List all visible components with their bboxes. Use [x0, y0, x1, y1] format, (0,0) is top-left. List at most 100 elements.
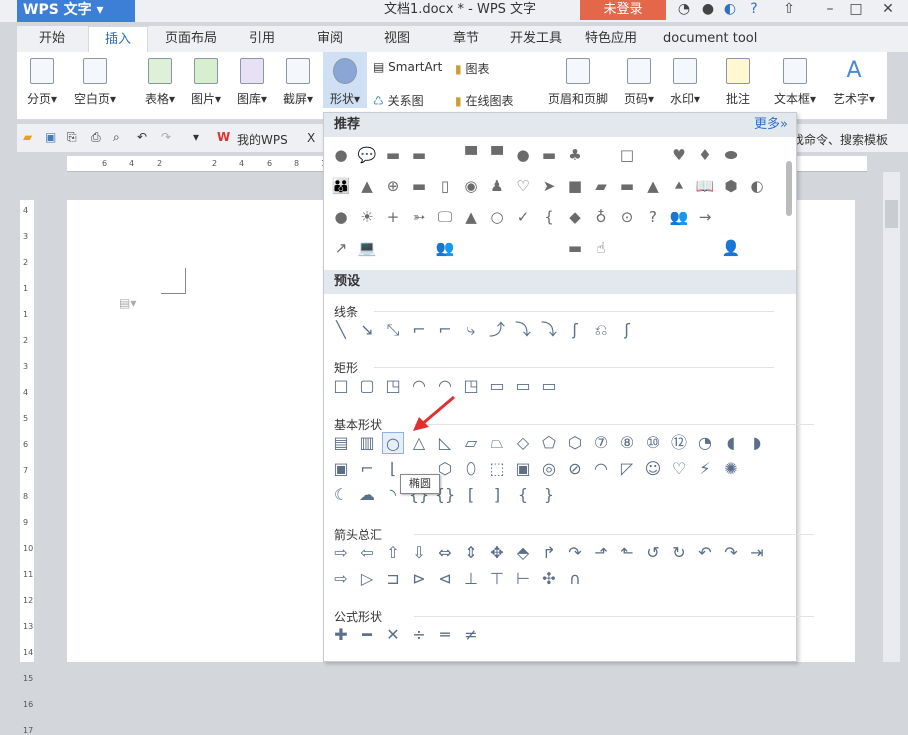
recommended-shape-item[interactable]: ◆	[564, 206, 586, 228]
recommended-shape-item[interactable]: ?	[642, 206, 664, 228]
shape-item[interactable]: ≠	[460, 624, 482, 646]
panel-scrollbar[interactable]	[786, 161, 792, 216]
recommended-shape-item[interactable]: 📖	[694, 175, 716, 197]
shape-item[interactable]: ]	[486, 484, 508, 506]
recommended-shape-item[interactable]: ⊕	[382, 175, 404, 197]
recommended-shape-item[interactable]: ◐	[746, 175, 768, 197]
shape-item[interactable]: ⊲	[434, 568, 456, 590]
recommended-shape-item[interactable]: 👥	[434, 237, 456, 259]
shape-item[interactable]: ⬘	[512, 542, 534, 564]
gallery-button[interactable]: 图库▾	[233, 52, 271, 107]
redo-icon[interactable]: ↷	[161, 130, 171, 144]
recommended-shape-item[interactable]: ♥	[668, 144, 690, 166]
shape-item[interactable]: ✣	[538, 568, 560, 590]
shape-item[interactable]: [	[460, 484, 482, 506]
shape-item[interactable]: ▣	[512, 458, 534, 480]
shape-item[interactable]: ⬑	[616, 542, 638, 564]
ellipse-shape-item[interactable]: ○	[382, 432, 404, 454]
app-menu-button[interactable]: WPS 文字 ▾	[17, 0, 135, 22]
shape-item[interactable]: ⤴	[486, 319, 508, 341]
shape-item[interactable]: ⬠	[538, 432, 560, 454]
recommended-shape-item[interactable]: 💻	[356, 237, 378, 259]
recommended-shape-item[interactable]: ▬	[408, 175, 430, 197]
dropdown-icon[interactable]: ▾	[193, 130, 199, 144]
shape-item[interactable]: ⏢	[486, 432, 508, 454]
recommended-shape-item[interactable]: ○	[486, 206, 508, 228]
paste-options-icon[interactable]: ▤▾	[119, 296, 136, 310]
recommended-shape-item[interactable]: ●	[330, 144, 352, 166]
textbox-button[interactable]: 文本框▾	[769, 52, 821, 107]
wordart-button[interactable]: A 艺术字▾	[827, 52, 881, 107]
shape-item[interactable]: ʃ	[564, 319, 586, 341]
close-tab-button[interactable]: X	[307, 131, 315, 145]
shape-item[interactable]: ⌐	[356, 458, 378, 480]
undo-icon[interactable]: ↶	[137, 130, 147, 144]
open-icon[interactable]: ▰	[23, 130, 32, 144]
shape-item[interactable]: △	[408, 432, 430, 454]
shape-item[interactable]: ⑧	[616, 432, 638, 454]
shape-item[interactable]: ↱	[538, 542, 560, 564]
shape-item[interactable]: ◗	[746, 432, 768, 454]
tab-references[interactable]: 引用	[249, 26, 275, 52]
shape-item[interactable]: ⚡	[694, 458, 716, 480]
recommended-shape-item[interactable]: ▯	[434, 175, 456, 197]
recommended-shape-item[interactable]: ▰	[590, 175, 612, 197]
shape-item[interactable]: ⑩	[642, 432, 664, 454]
vertical-scrollbar[interactable]	[883, 172, 900, 662]
print-icon[interactable]: ⎙	[91, 130, 101, 145]
shape-item[interactable]: ↺	[642, 542, 664, 564]
recommended-shape-item[interactable]: +	[382, 206, 404, 228]
relation-button[interactable]: ♺ 关系图	[373, 92, 424, 109]
shape-item[interactable]: ⇕	[460, 542, 482, 564]
shape-item[interactable]: ✚	[330, 624, 352, 646]
shape-item[interactable]: ⇦	[356, 542, 378, 564]
recommended-shape-item[interactable]: 🖵	[434, 206, 456, 228]
preview-icon[interactable]: ⌕	[113, 130, 120, 145]
shape-item[interactable]: ▭	[538, 375, 560, 397]
shape-item[interactable]: ◇	[512, 432, 534, 454]
shape-item[interactable]: ↷	[720, 542, 742, 564]
shape-button[interactable]: 形状▾	[323, 52, 367, 108]
shape-item[interactable]: ✺	[720, 458, 742, 480]
recommended-shape-item[interactable]: 💬	[356, 144, 378, 166]
shape-item[interactable]: ⇩	[408, 542, 430, 564]
shape-item[interactable]: ⑫	[668, 432, 690, 454]
recommended-shape-item[interactable]: ☝	[590, 237, 612, 259]
shape-item[interactable]: ⊤	[486, 568, 508, 590]
recommended-shape-item[interactable]: ▀	[486, 144, 508, 166]
shape-item[interactable]: ⌐	[434, 319, 456, 341]
watermark-button[interactable]: 水印▾	[665, 52, 705, 107]
shape-item[interactable]: ⊘	[564, 458, 586, 480]
shape-item[interactable]: ⇨	[330, 568, 352, 590]
shape-item[interactable]: ÷	[408, 624, 430, 646]
shape-item[interactable]: ╲	[330, 319, 352, 341]
header-footer-button[interactable]: 页眉和页脚	[543, 52, 613, 107]
shape-item[interactable]: ▭	[512, 375, 534, 397]
save-icon[interactable]: ▣	[45, 130, 56, 144]
shape-item[interactable]: ◔	[694, 432, 716, 454]
shape-item[interactable]: ◠	[590, 458, 612, 480]
shape-item[interactable]: ⎌	[590, 319, 612, 341]
recommended-shape-item[interactable]: ♦	[694, 144, 716, 166]
tab-document-tool[interactable]: document tool	[663, 26, 757, 52]
recommended-shape-item[interactable]: ✓	[512, 206, 534, 228]
chart-button[interactable]: ▮ 图表	[455, 60, 489, 77]
shape-item[interactable]: ⊳	[408, 568, 430, 590]
tab-developer[interactable]: 开发工具	[510, 26, 562, 52]
page-number-button[interactable]: 页码▾	[619, 52, 659, 107]
recommended-shape-item[interactable]: ▬	[564, 237, 586, 259]
recommended-shape-item[interactable]: ▀	[460, 144, 482, 166]
close-button[interactable]: ✕	[876, 0, 900, 20]
shape-item[interactable]: ⇔	[434, 542, 456, 564]
shape-item[interactable]: ⬡	[564, 432, 586, 454]
shape-item[interactable]: {	[512, 484, 534, 506]
vertical-ruler[interactable]: 4 3 2 1 1 2 3 4 5 6 7 8 9 10 11 12 13 14 15 16 17	[20, 200, 34, 735]
tab-features[interactable]: 特色应用	[585, 26, 637, 52]
more-link[interactable]: 更多»	[754, 113, 788, 137]
settings-icon[interactable]: ●	[696, 0, 720, 20]
recommended-shape-item[interactable]: ▲	[642, 175, 664, 197]
shape-item[interactable]: □	[330, 375, 352, 397]
recommended-shape-item[interactable]: ●	[512, 144, 534, 166]
minimize-button[interactable]: –	[818, 0, 842, 20]
shape-item[interactable]: }	[538, 484, 560, 506]
